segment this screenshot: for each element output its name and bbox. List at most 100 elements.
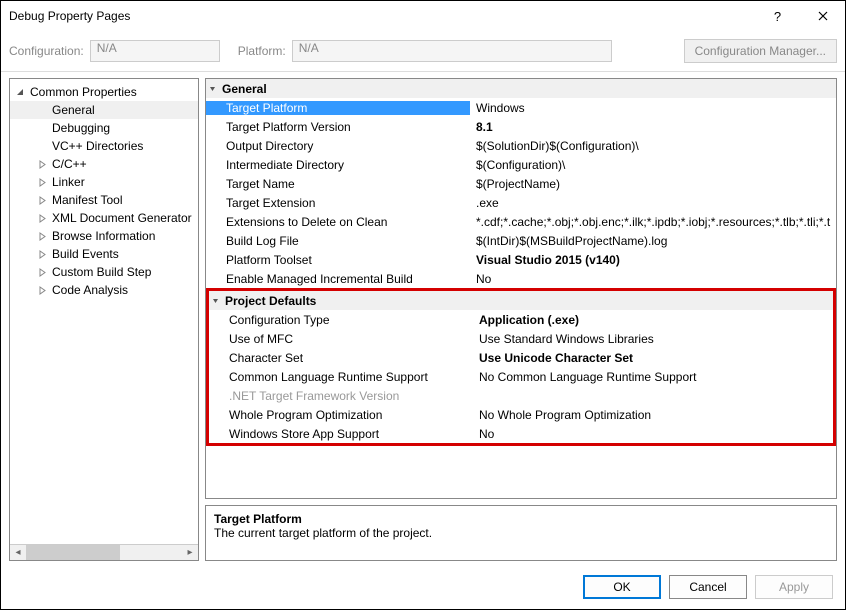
property-name: Whole Program Optimization — [209, 408, 473, 422]
property-name: Target Extension — [206, 196, 470, 210]
property-row[interactable]: Enable Managed Incremental BuildNo — [206, 269, 836, 288]
tree-item-manifest-tool[interactable]: Manifest Tool — [10, 191, 198, 209]
expand-icon[interactable] — [38, 250, 50, 259]
property-value[interactable]: Windows — [470, 101, 836, 115]
property-value[interactable]: $(IntDir)$(MSBuildProjectName).log — [470, 234, 836, 248]
tree-item-label: Manifest Tool — [50, 193, 122, 207]
property-row[interactable]: Intermediate Directory$(Configuration)\ — [206, 155, 836, 174]
property-value[interactable]: Use Standard Windows Libraries — [473, 332, 833, 346]
property-name: Enable Managed Incremental Build — [206, 272, 470, 286]
tree-item-browse-information[interactable]: Browse Information — [10, 227, 198, 245]
tree-item-label: Linker — [50, 175, 85, 189]
property-name: Character Set — [209, 351, 473, 365]
property-value[interactable]: $(Configuration)\ — [470, 158, 836, 172]
category-header[interactable]: Project Defaults — [209, 291, 833, 310]
property-value[interactable]: .exe — [470, 196, 836, 210]
property-value[interactable]: No — [470, 272, 836, 286]
property-value[interactable]: Visual Studio 2015 (v140) — [470, 253, 836, 267]
property-row[interactable]: Target Name$(ProjectName) — [206, 174, 836, 193]
tree-item-label: Browse Information — [50, 229, 155, 243]
tree-item-custom-build-step[interactable]: Custom Build Step — [10, 263, 198, 281]
property-row[interactable]: Target Extension.exe — [206, 193, 836, 212]
tree-item-label: Code Analysis — [50, 283, 128, 297]
help-button[interactable]: ? — [755, 1, 800, 31]
property-row[interactable]: .NET Target Framework Version — [209, 386, 833, 405]
property-row[interactable]: Build Log File$(IntDir)$(MSBuildProjectN… — [206, 231, 836, 250]
configuration-select[interactable]: N/A — [90, 40, 220, 62]
property-value[interactable]: $(ProjectName) — [470, 177, 836, 191]
property-row[interactable]: Target PlatformWindows — [206, 98, 836, 117]
expand-icon[interactable] — [38, 214, 50, 223]
property-row[interactable]: Character SetUse Unicode Character Set — [209, 348, 833, 367]
expand-icon[interactable] — [38, 268, 50, 277]
cancel-button[interactable]: Cancel — [669, 575, 747, 599]
property-name: Target Platform — [206, 101, 470, 115]
tree-horizontal-scrollbar[interactable]: ◂ ▸ — [10, 544, 198, 560]
property-value[interactable]: No Common Language Runtime Support — [473, 370, 833, 384]
property-value[interactable]: $(SolutionDir)$(Configuration)\ — [470, 139, 836, 153]
property-row[interactable]: Extensions to Delete on Clean*.cdf;*.cac… — [206, 212, 836, 231]
expand-icon[interactable] — [38, 160, 50, 169]
tree-root-label: Common Properties — [28, 85, 137, 99]
tree-item-debugging[interactable]: Debugging — [10, 119, 198, 137]
property-name: Windows Store App Support — [209, 427, 473, 441]
property-grid: GeneralTarget PlatformWindowsTarget Plat… — [205, 78, 837, 499]
apply-button[interactable]: Apply — [755, 575, 833, 599]
scroll-left-icon[interactable]: ◂ — [10, 547, 26, 558]
property-row[interactable]: Target Platform Version8.1 — [206, 117, 836, 136]
category-tree: Common Properties General DebuggingVC++ D… — [9, 78, 199, 561]
property-name: Build Log File — [206, 234, 470, 248]
configuration-bar: Configuration: N/A Platform: N/A Configu… — [1, 31, 845, 72]
tree-item-vc-directories[interactable]: VC++ Directories — [10, 137, 198, 155]
tree-item-code-analysis[interactable]: Code Analysis — [10, 281, 198, 299]
property-row[interactable]: Common Language Runtime SupportNo Common… — [209, 367, 833, 386]
tree-body: Common Properties General DebuggingVC++ D… — [10, 79, 198, 544]
property-value[interactable]: Application (.exe) — [473, 313, 833, 327]
property-name: Output Directory — [206, 139, 470, 153]
ok-button[interactable]: OK — [583, 575, 661, 599]
window-title: Debug Property Pages — [9, 9, 130, 23]
expand-icon[interactable] — [38, 232, 50, 241]
property-name: Use of MFC — [209, 332, 473, 346]
tree-item-xml-document-generator[interactable]: XML Document Generator — [10, 209, 198, 227]
collapse-icon[interactable] — [208, 84, 222, 93]
tree-item-label: General — [50, 103, 95, 117]
tree-root-common-properties[interactable]: Common Properties — [10, 83, 198, 101]
configuration-manager-button[interactable]: Configuration Manager... — [684, 39, 837, 63]
tree-item-c-c-[interactable]: C/C++ — [10, 155, 198, 173]
category-header[interactable]: General — [206, 79, 836, 98]
property-value[interactable]: No Whole Program Optimization — [473, 408, 833, 422]
property-value[interactable]: Use Unicode Character Set — [473, 351, 833, 365]
platform-select[interactable]: N/A — [292, 40, 612, 62]
collapse-icon[interactable] — [16, 88, 28, 97]
scroll-thumb[interactable] — [26, 545, 120, 560]
close-icon — [818, 11, 828, 21]
property-value[interactable]: *.cdf;*.cache;*.obj;*.obj.enc;*.ilk;*.ip… — [470, 215, 836, 229]
property-value[interactable]: No — [473, 427, 833, 441]
property-row[interactable]: Whole Program OptimizationNo Whole Progr… — [209, 405, 833, 424]
close-button[interactable] — [800, 1, 845, 31]
tree-item-build-events[interactable]: Build Events — [10, 245, 198, 263]
expand-icon[interactable] — [38, 178, 50, 187]
expand-icon[interactable] — [38, 286, 50, 295]
tree-item-linker[interactable]: Linker — [10, 173, 198, 191]
property-row[interactable]: Use of MFCUse Standard Windows Libraries — [209, 329, 833, 348]
property-row[interactable]: Output Directory$(SolutionDir)$(Configur… — [206, 136, 836, 155]
property-row[interactable]: Configuration TypeApplication (.exe) — [209, 310, 833, 329]
category-name: Project Defaults — [225, 294, 316, 308]
configuration-value: N/A — [97, 41, 117, 55]
property-name: Intermediate Directory — [206, 158, 470, 172]
titlebar: Debug Property Pages ? — [1, 1, 845, 31]
platform-label: Platform: — [238, 44, 286, 58]
property-row[interactable]: Platform ToolsetVisual Studio 2015 (v140… — [206, 250, 836, 269]
property-name: Platform Toolset — [206, 253, 470, 267]
property-value[interactable]: 8.1 — [470, 120, 836, 134]
scroll-track[interactable] — [26, 545, 182, 560]
category-project-defaults: Project Defaults Configuration TypeApplic… — [206, 288, 836, 446]
scroll-right-icon[interactable]: ▸ — [182, 547, 198, 558]
property-row[interactable]: Windows Store App SupportNo — [209, 424, 833, 443]
expand-icon[interactable] — [38, 196, 50, 205]
tree-item-general[interactable]: General — [10, 101, 198, 119]
collapse-icon[interactable] — [211, 296, 225, 305]
tree-item-label: Custom Build Step — [50, 265, 151, 279]
